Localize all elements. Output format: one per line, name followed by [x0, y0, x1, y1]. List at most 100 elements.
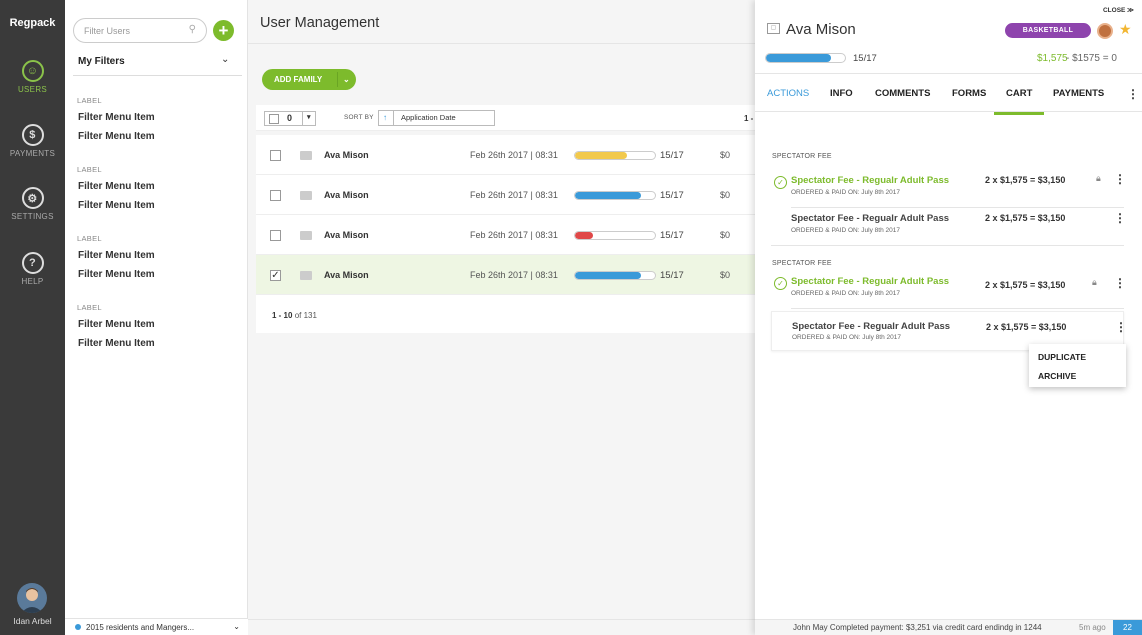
table-row[interactable]: Ava Mison Feb 26th 2017 | 08:31 15/17 $0	[256, 175, 755, 215]
comment-icon[interactable]	[300, 271, 312, 280]
nav-item-settings[interactable]: ⚙ SETTINGS	[0, 187, 65, 221]
divider	[755, 73, 1142, 74]
filter-menu-item[interactable]: Filter Menu Item	[78, 112, 155, 123]
row-date: Feb 26th 2017 | 08:31	[470, 190, 558, 200]
check-circle-icon: ✓	[774, 176, 787, 189]
status-message: John May Completed payment: $3,251 via c…	[793, 623, 1042, 632]
progress-bar	[574, 271, 656, 280]
divider	[771, 245, 1124, 246]
paid-amount: $1,575	[1037, 53, 1068, 64]
more-icon[interactable]: ⋮	[1115, 321, 1127, 333]
filter-menu-item[interactable]: Filter Menu Item	[78, 269, 155, 280]
filter-group-label: LABEL	[77, 96, 102, 105]
nav-item-payments[interactable]: $ PAYMENTS	[0, 124, 65, 158]
section-label: SPECTATOR FEE	[772, 260, 832, 267]
filter-menu-item[interactable]: Filter Menu Item	[78, 250, 155, 261]
cart-item[interactable]: Spectator Fee - Regualr Adult Pass ORDER…	[771, 208, 1126, 248]
status-bar-spacer	[248, 619, 755, 635]
bulk-select[interactable]: 0 ▾	[264, 111, 316, 126]
arrow-up-icon[interactable]: ↑	[383, 111, 387, 125]
row-checkbox[interactable]	[270, 190, 281, 201]
comment-icon[interactable]	[300, 151, 312, 160]
help-icon: ?	[21, 252, 44, 274]
row-name[interactable]: Ava Mison	[324, 190, 369, 200]
logo[interactable]: Regpack	[0, 17, 65, 29]
menu-item-duplicate[interactable]: DUPLICATE	[1038, 352, 1086, 362]
cart-item[interactable]: ✓ Spectator Fee - Regualr Adult Pass ORD…	[771, 271, 1126, 311]
star-icon[interactable]: ★	[1119, 21, 1132, 38]
row-count: 15/17	[660, 190, 684, 201]
row-checkbox[interactable]	[270, 230, 281, 241]
divider	[755, 111, 1142, 112]
comment-icon[interactable]	[300, 231, 312, 240]
row-date: Feb 26th 2017 | 08:31	[470, 230, 558, 240]
tab-info[interactable]: INFO	[830, 88, 853, 99]
row-checkbox[interactable]: ✓	[270, 270, 281, 281]
group-select[interactable]: 2015 residents and Mangers... ⌄	[65, 618, 248, 635]
progress-bar	[574, 231, 656, 240]
status-badge[interactable]: BASKETBALL	[1005, 23, 1091, 38]
check-circle-icon: ✓	[774, 277, 787, 290]
chevron-down-icon[interactable]: ⌄	[343, 69, 350, 90]
cart-item[interactable]: ✓ Spectator Fee - Regualr Adult Pass ORD…	[771, 170, 1126, 210]
table-row[interactable]: ✓ Ava Mison Feb 26th 2017 | 08:31 15/17 $0	[256, 255, 755, 295]
filter-group-label: LABEL	[77, 234, 102, 243]
comment-icon[interactable]	[300, 191, 312, 200]
row-count: 15/17	[660, 270, 684, 281]
notification-count[interactable]: 22	[1113, 620, 1142, 635]
avatar[interactable]	[17, 583, 47, 613]
add-family-button[interactable]: ADD FAMILY ⌄	[262, 69, 356, 90]
section-label: SPECTATOR FEE	[772, 153, 832, 160]
filter-menu-item[interactable]: Filter Menu Item	[78, 200, 155, 211]
filter-menu-item[interactable]: Filter Menu Item	[78, 181, 155, 192]
lock-icon: 🔒︎	[1092, 277, 1097, 287]
more-icon[interactable]: ⋮	[1114, 173, 1126, 185]
divider	[73, 75, 242, 76]
chevron-down-icon: ⌄	[233, 622, 240, 631]
select-all-checkbox[interactable]	[269, 114, 279, 124]
filter-group-label: LABEL	[77, 165, 102, 174]
tab-payments[interactable]: PAYMENTS	[1053, 88, 1104, 99]
nav-item-users[interactable]: ☺ USERS	[0, 60, 65, 94]
lock-icon: 🔒︎	[1096, 173, 1101, 183]
row-count: 15/17	[660, 230, 684, 241]
pagination: 1 - 10 of 131	[256, 295, 755, 333]
filter-menu-item[interactable]: Filter Menu Item	[78, 319, 155, 330]
more-icon[interactable]: ⋮	[1114, 212, 1126, 224]
filter-menu-item[interactable]: Filter Menu Item	[78, 338, 155, 349]
menu-item-archive[interactable]: ARCHIVE	[1038, 371, 1076, 381]
table-row[interactable]: Ava Mison Feb 26th 2017 | 08:31 15/17 $0	[256, 215, 755, 255]
row-name[interactable]: Ava Mison	[324, 150, 369, 160]
nav-item-help[interactable]: ? HELP	[0, 252, 65, 286]
page-title: User Management	[260, 15, 380, 31]
more-icon[interactable]: ⋮	[1114, 277, 1126, 289]
pagination-top: 1 -	[744, 114, 754, 123]
row-checkbox[interactable]	[270, 150, 281, 161]
tab-comments[interactable]: COMMENTS	[875, 88, 930, 99]
my-filters-title: My Filters	[78, 56, 125, 67]
chevron-down-icon[interactable]: ⌄	[221, 54, 229, 65]
add-user-button[interactable]: +	[213, 20, 234, 41]
more-icon[interactable]: ⋮	[1127, 88, 1139, 100]
selected-count: 0	[287, 113, 293, 123]
payments-icon: $	[21, 124, 44, 146]
divider	[248, 43, 755, 44]
row-name[interactable]: Ava Mison	[324, 230, 369, 240]
left-nav: Regpack ☺ USERS $ PAYMENTS ⚙ SETTINGS ? …	[0, 0, 65, 635]
table-row[interactable]: Ava Mison Feb 26th 2017 | 08:31 15/17 $0	[256, 135, 755, 175]
close-button[interactable]: CLOSE ≫	[1103, 6, 1134, 14]
user-icon: ☺	[21, 60, 44, 82]
gear-icon: ⚙	[21, 187, 44, 209]
filter-menu-item[interactable]: Filter Menu Item	[78, 131, 155, 142]
progress-bar	[574, 151, 656, 160]
sort-select[interactable]: ↑ Application Date	[378, 110, 495, 126]
tab-actions[interactable]: ACTIONS	[767, 88, 809, 99]
avatar[interactable]	[1097, 23, 1113, 39]
row-name[interactable]: Ava Mison	[324, 270, 369, 280]
progress-bar	[574, 191, 656, 200]
caret-down-icon[interactable]: ▾	[302, 111, 311, 126]
item-context-menu: DUPLICATE ARCHIVE	[1029, 344, 1126, 387]
tab-forms[interactable]: FORMS	[952, 88, 986, 99]
search-input[interactable]: Filter Users ⚲	[73, 18, 207, 43]
row-date: Feb 26th 2017 | 08:31	[470, 150, 558, 160]
